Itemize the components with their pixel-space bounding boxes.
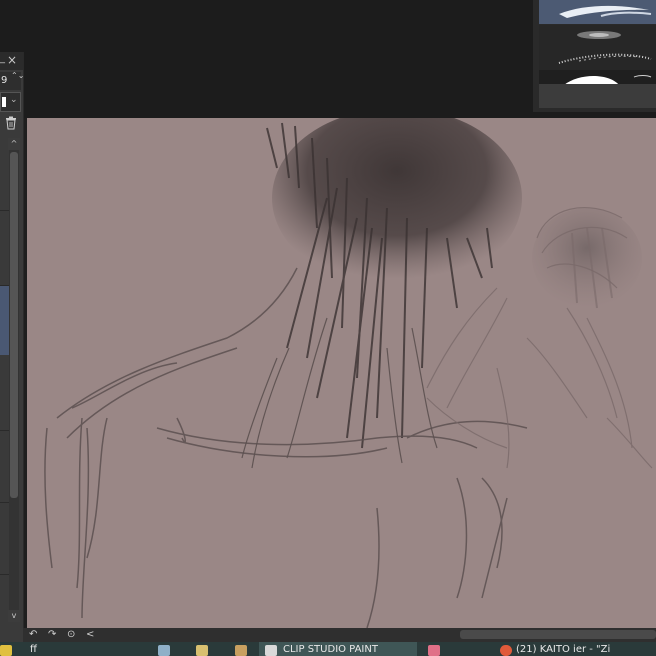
files-icon[interactable] [196,645,208,656]
layer-divider [0,285,9,286]
spinner-arrows[interactable]: ⌃⌄ [11,71,24,80]
layer-divider [0,574,9,575]
chevron-down-icon[interactable]: ⌄ [10,95,18,105]
paint-app-icon [265,645,277,656]
brush-item-airbrush[interactable] [539,25,656,49]
selected-layer-row[interactable] [0,285,9,355]
chevron-left-icon[interactable]: < [86,629,94,641]
size-spinner[interactable]: 9 ⌃⌄ [0,71,24,90]
canvas-horizontal-scrollbar[interactable] [460,630,656,639]
rotate-icon[interactable]: ⊙ [67,629,75,641]
brush-stroke-icon [577,31,621,39]
panel-header: _ × [0,52,23,70]
drawing-canvas[interactable] [27,118,656,630]
blend-dropdown[interactable]: ⌄ [0,92,21,112]
folder-icon[interactable] [0,645,12,656]
left-panel: _ × 9 ⌃⌄ ⌄ ^ v [0,52,24,642]
browser-icon[interactable] [500,645,512,656]
sketch-artwork [44,118,653,629]
scroll-down-button[interactable]: v [8,610,20,622]
panel-minimize-label[interactable]: _ [0,53,5,65]
redo-icon[interactable]: ↷ [48,629,56,641]
brush-stroke-icon [559,5,652,18]
layer-divider [0,430,9,431]
browser-icon[interactable] [428,645,440,656]
trash-icon[interactable] [5,116,17,130]
undo-icon[interactable]: ↶ [29,629,37,641]
brush-stroke-icon [558,53,652,64]
size-value: 9 [1,75,8,86]
color-swatch [2,97,6,107]
brush-stroke-icon [564,75,652,85]
layer-divider [0,502,9,503]
taskbar-item-left[interactable]: ff [30,644,37,656]
notes-icon[interactable] [158,645,170,656]
layer-scroll-thumb[interactable] [10,152,18,498]
active-window-title: CLIP STUDIO PAINT [283,644,378,655]
brush-item-sparkle[interactable] [539,47,656,71]
pencil-icon[interactable] [235,645,247,656]
brush-item-selected[interactable] [539,0,656,24]
layer-divider [0,210,9,211]
close-icon[interactable]: × [7,53,17,67]
taskbar-item-right[interactable]: (21) KAITO ier - "Zi [516,644,610,656]
scroll-up-button[interactable]: ^ [8,138,20,150]
brush-item-empty[interactable] [539,84,656,108]
